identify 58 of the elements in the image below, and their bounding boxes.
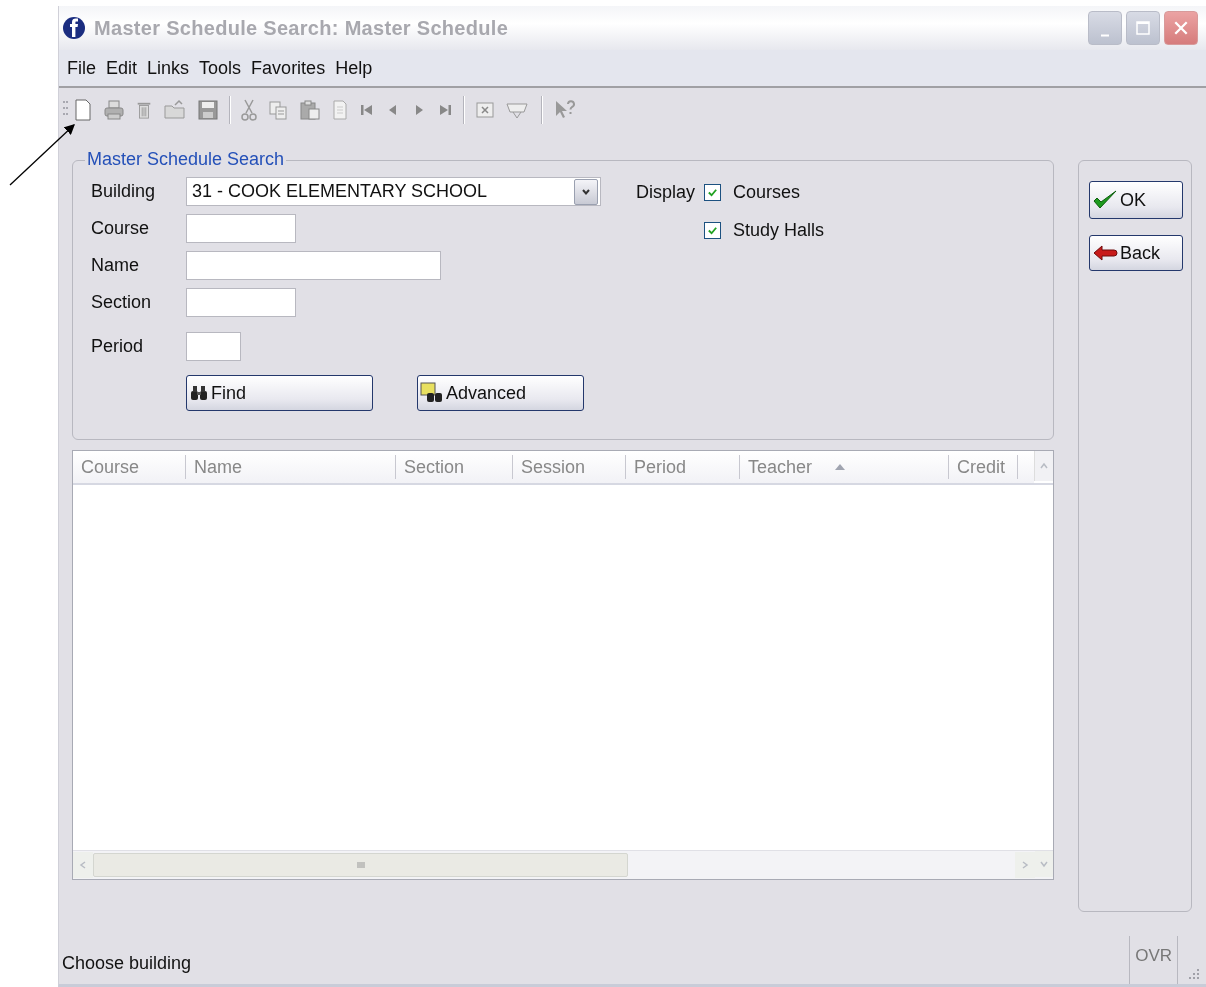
scrollbar-thumb[interactable] bbox=[93, 853, 628, 877]
field-label: Building bbox=[91, 181, 157, 202]
minimize-icon bbox=[1101, 34, 1109, 37]
close-icon bbox=[1173, 20, 1189, 36]
checkmark-icon bbox=[1092, 189, 1118, 211]
menu-item[interactable]: Favorites bbox=[246, 57, 331, 79]
menu-item[interactable]: File bbox=[62, 57, 101, 79]
maximize-icon bbox=[1136, 21, 1150, 35]
close-button[interactable] bbox=[1164, 11, 1198, 45]
menu-item[interactable]: Help bbox=[330, 57, 378, 79]
printer-icon[interactable] bbox=[103, 99, 125, 121]
app-logo-icon bbox=[62, 16, 86, 40]
field-label: Section bbox=[91, 292, 153, 313]
menu-item[interactable]: Edit bbox=[101, 57, 143, 79]
checkmark-icon bbox=[707, 224, 718, 236]
binoculars-icon bbox=[189, 384, 209, 402]
clipboard-icon[interactable] bbox=[299, 99, 321, 121]
last-record-icon[interactable] bbox=[437, 102, 453, 118]
menu-item[interactable]: Tools bbox=[194, 57, 247, 79]
annotation-arrow bbox=[9, 124, 75, 186]
scissors-icon[interactable] bbox=[241, 98, 257, 122]
menu-item[interactable]: Links bbox=[142, 57, 195, 79]
find-button[interactable]: Find bbox=[186, 375, 373, 411]
building-dropdown[interactable]: 31 - COOK ELEMENTARY SCHOOL bbox=[186, 177, 601, 206]
checkbox-label: Study Halls bbox=[733, 219, 825, 241]
overwrite-indicator: OVR bbox=[1129, 936, 1178, 984]
folder-binoculars-icon bbox=[420, 382, 444, 404]
status-message: Choose building bbox=[62, 953, 192, 974]
advanced-button[interactable]: Advanced bbox=[417, 375, 584, 411]
sort-ascending-icon bbox=[834, 463, 847, 471]
window-title: Master Schedule Search: Master Schedule bbox=[94, 16, 509, 40]
checkbox[interactable] bbox=[704, 221, 721, 239]
scroll-up-button[interactable] bbox=[1034, 451, 1053, 481]
first-record-icon[interactable] bbox=[359, 102, 375, 118]
field-label: Name bbox=[91, 255, 140, 276]
field-label: Period bbox=[91, 335, 145, 357]
input-field[interactable] bbox=[186, 331, 241, 361]
horizontal-scrollbar[interactable] bbox=[73, 851, 1035, 879]
ok-button[interactable]: OK bbox=[1089, 181, 1183, 219]
new-document-icon[interactable] bbox=[73, 98, 93, 122]
copy-icon[interactable] bbox=[267, 99, 289, 121]
field-label: Course bbox=[91, 218, 151, 239]
checkmark-icon bbox=[707, 186, 718, 198]
scroll-down-button[interactable] bbox=[1035, 851, 1053, 877]
input-field[interactable] bbox=[186, 288, 296, 317]
checkbox[interactable] bbox=[704, 183, 721, 201]
resize-grip-icon bbox=[1188, 968, 1200, 980]
input-field[interactable] bbox=[186, 214, 296, 243]
close-box-icon[interactable] bbox=[475, 100, 495, 120]
checkbox-label: Courses bbox=[733, 181, 801, 203]
back-button[interactable]: Back bbox=[1089, 235, 1183, 271]
maximize-button[interactable] bbox=[1126, 11, 1160, 45]
input-field[interactable] bbox=[186, 251, 441, 280]
minimize-button[interactable] bbox=[1088, 11, 1122, 45]
page-icon[interactable] bbox=[331, 99, 349, 121]
back-arrow-icon bbox=[1092, 244, 1118, 262]
display-label: Display bbox=[636, 181, 697, 203]
folder-icon[interactable] bbox=[163, 99, 187, 121]
